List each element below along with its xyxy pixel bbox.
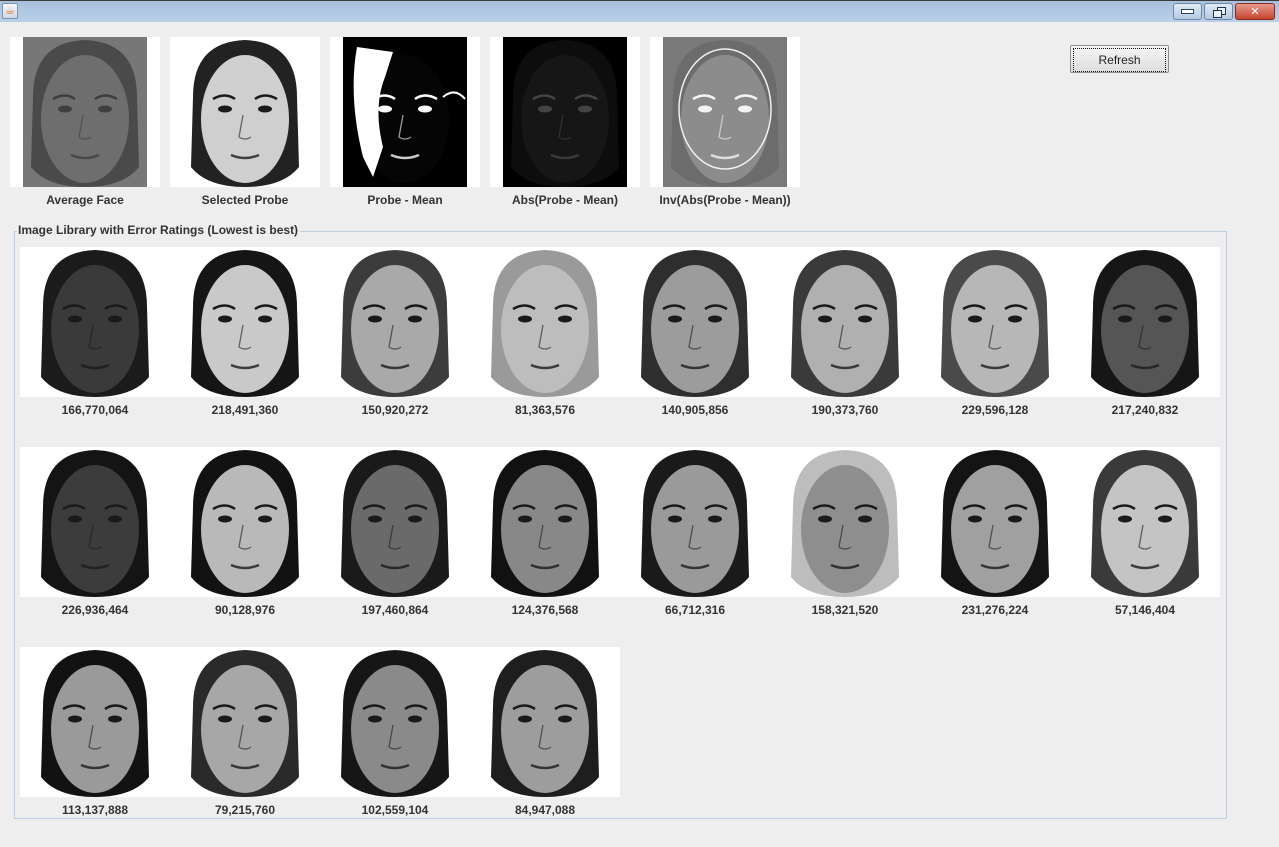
title-bar: ☕ ✕ bbox=[0, 0, 1279, 22]
preview-image bbox=[170, 37, 320, 187]
error-rating: 231,276,224 bbox=[961, 603, 1029, 617]
library-face-image[interactable] bbox=[170, 647, 320, 797]
library-item[interactable]: 79,215,760 bbox=[170, 647, 320, 847]
java-cup-icon[interactable]: ☕ bbox=[2, 3, 18, 19]
library-face-image[interactable] bbox=[170, 247, 320, 397]
error-rating: 190,373,760 bbox=[811, 403, 879, 417]
library-face-image[interactable] bbox=[920, 447, 1070, 597]
preview-label: Average Face bbox=[46, 193, 124, 207]
library-face-image[interactable] bbox=[320, 647, 470, 797]
preview-absdiff: Abs(Probe - Mean) bbox=[490, 37, 640, 207]
refresh-button[interactable]: Refresh bbox=[1070, 45, 1169, 73]
library-face-image[interactable] bbox=[320, 447, 470, 597]
library-item[interactable]: 140,905,856 bbox=[620, 247, 770, 447]
error-rating: 124,376,568 bbox=[511, 603, 579, 617]
library-face-image[interactable] bbox=[20, 447, 170, 597]
restore-icon bbox=[1212, 6, 1226, 18]
library-item[interactable]: 102,559,104 bbox=[320, 647, 470, 847]
error-rating: 113,137,888 bbox=[61, 803, 129, 817]
image-library-grid: 166,770,064 218,491,360 150,920,272 81,3… bbox=[20, 247, 1220, 847]
library-item[interactable]: 113,137,888 bbox=[20, 647, 170, 847]
preview-probe: Selected Probe bbox=[170, 37, 320, 207]
library-item[interactable]: 66,712,316 bbox=[620, 447, 770, 647]
library-face-image[interactable] bbox=[470, 247, 620, 397]
library-face-image[interactable] bbox=[20, 247, 170, 397]
window-controls: ✕ bbox=[1173, 3, 1275, 20]
library-face-image[interactable] bbox=[770, 447, 920, 597]
library-item[interactable]: 229,596,128 bbox=[920, 247, 1070, 447]
error-rating: 197,460,864 bbox=[361, 603, 429, 617]
refresh-label: Refresh bbox=[1073, 48, 1166, 72]
library-item[interactable]: 190,373,760 bbox=[770, 247, 920, 447]
error-rating: 81,363,576 bbox=[514, 403, 576, 417]
preview-label: Selected Probe bbox=[201, 193, 289, 207]
library-face-image[interactable] bbox=[320, 247, 470, 397]
preview-average: Average Face bbox=[10, 37, 160, 207]
error-rating: 218,491,360 bbox=[211, 403, 279, 417]
error-rating: 79,215,760 bbox=[214, 803, 276, 817]
library-face-image[interactable] bbox=[1070, 447, 1220, 597]
error-rating: 150,920,272 bbox=[361, 403, 429, 417]
error-rating: 140,905,856 bbox=[661, 403, 729, 417]
error-rating: 158,321,520 bbox=[811, 603, 879, 617]
library-item[interactable]: 226,936,464 bbox=[20, 447, 170, 647]
library-face-image[interactable] bbox=[20, 647, 170, 797]
library-item[interactable]: 124,376,568 bbox=[470, 447, 620, 647]
library-face-image[interactable] bbox=[470, 647, 620, 797]
preview-image bbox=[490, 37, 640, 187]
preview-image bbox=[650, 37, 800, 187]
restore-button[interactable] bbox=[1204, 3, 1233, 20]
error-rating: 102,559,104 bbox=[361, 803, 429, 817]
library-item[interactable]: 217,240,832 bbox=[1070, 247, 1220, 447]
library-face-image[interactable] bbox=[620, 447, 770, 597]
error-rating: 166,770,064 bbox=[61, 403, 129, 417]
library-item[interactable]: 197,460,864 bbox=[320, 447, 470, 647]
library-item[interactable]: 218,491,360 bbox=[170, 247, 320, 447]
library-item[interactable]: 158,321,520 bbox=[770, 447, 920, 647]
error-rating: 57,146,404 bbox=[1114, 603, 1176, 617]
error-rating: 90,128,976 bbox=[214, 603, 276, 617]
library-face-image[interactable] bbox=[770, 247, 920, 397]
library-face-image[interactable] bbox=[920, 247, 1070, 397]
error-rating: 229,596,128 bbox=[961, 403, 1029, 417]
preview-invabs: Inv(Abs(Probe - Mean)) bbox=[650, 37, 800, 207]
preview-image bbox=[330, 37, 480, 187]
library-face-image[interactable] bbox=[620, 247, 770, 397]
error-rating: 226,936,464 bbox=[61, 603, 129, 617]
preview-image bbox=[10, 37, 160, 187]
library-face-image[interactable] bbox=[1070, 247, 1220, 397]
close-button[interactable]: ✕ bbox=[1235, 3, 1275, 20]
library-item[interactable]: 81,363,576 bbox=[470, 247, 620, 447]
error-rating: 66,712,316 bbox=[664, 603, 726, 617]
error-rating: 217,240,832 bbox=[1111, 403, 1179, 417]
minimize-icon bbox=[1181, 9, 1194, 14]
library-item[interactable]: 90,128,976 bbox=[170, 447, 320, 647]
close-icon: ✕ bbox=[1250, 6, 1260, 18]
preview-diff: Probe - Mean bbox=[330, 37, 480, 207]
library-item[interactable]: 57,146,404 bbox=[1070, 447, 1220, 647]
preview-label: Abs(Probe - Mean) bbox=[511, 193, 618, 207]
preview-label: Probe - Mean bbox=[367, 193, 443, 207]
library-face-image[interactable] bbox=[170, 447, 320, 597]
minimize-button[interactable] bbox=[1173, 3, 1202, 20]
preview-label: Inv(Abs(Probe - Mean)) bbox=[659, 193, 791, 207]
library-item[interactable]: 150,920,272 bbox=[320, 247, 470, 447]
image-library-title: Image Library with Error Ratings (Lowest… bbox=[17, 223, 301, 237]
library-item[interactable]: 166,770,064 bbox=[20, 247, 170, 447]
library-item[interactable]: 84,947,088 bbox=[470, 647, 620, 847]
library-face-image[interactable] bbox=[470, 447, 620, 597]
error-rating: 84,947,088 bbox=[514, 803, 576, 817]
library-item[interactable]: 231,276,224 bbox=[920, 447, 1070, 647]
